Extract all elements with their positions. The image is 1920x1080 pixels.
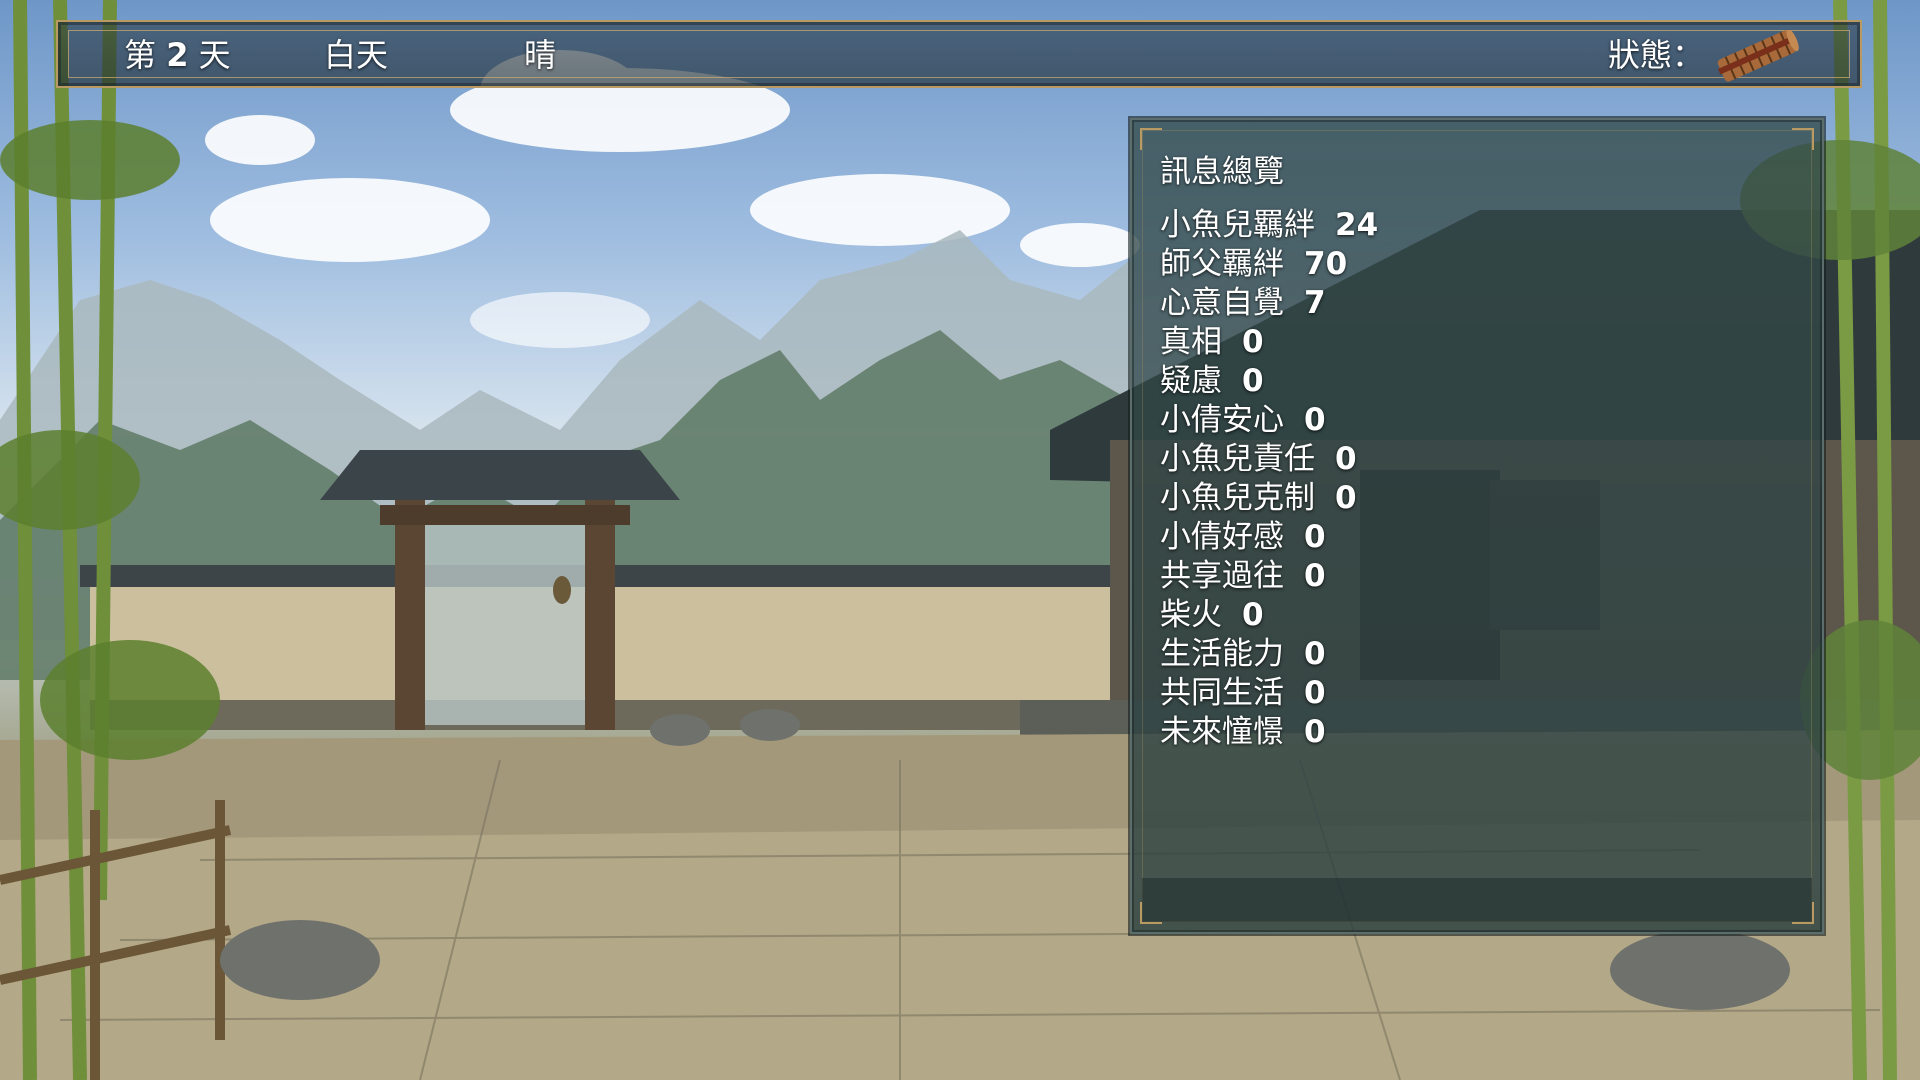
stat-row: 小倩安心 0 bbox=[1160, 401, 1378, 440]
stat-value: 24 bbox=[1335, 207, 1379, 243]
time-of-day: 白天 bbox=[324, 36, 389, 74]
stat-value: 0 bbox=[1242, 324, 1264, 360]
stat-row: 師父羈絆 70 bbox=[1160, 245, 1378, 284]
stat-value: 70 bbox=[1304, 246, 1348, 282]
status-label: 狀態： bbox=[1608, 36, 1705, 74]
stat-label: 小魚兒羈絆 bbox=[1160, 207, 1315, 243]
stat-label: 共享過往 bbox=[1160, 558, 1284, 594]
stat-value: 0 bbox=[1304, 675, 1326, 711]
stat-label: 柴火 bbox=[1160, 597, 1222, 633]
stat-label: 小魚兒克制 bbox=[1160, 480, 1315, 516]
stat-value: 0 bbox=[1304, 714, 1326, 750]
stat-label: 生活能力 bbox=[1160, 636, 1284, 672]
stat-value: 0 bbox=[1304, 402, 1326, 438]
stat-label: 共同生活 bbox=[1160, 675, 1284, 711]
day-counter: 第 2 天 bbox=[124, 32, 231, 78]
frame-corner bbox=[1792, 128, 1814, 150]
stat-label: 心意自覺 bbox=[1160, 285, 1284, 321]
stat-value: 0 bbox=[1335, 480, 1357, 516]
stat-label: 小倩好感 bbox=[1160, 519, 1284, 555]
stat-label: 小倩安心 bbox=[1160, 402, 1284, 438]
weather: 晴 bbox=[524, 36, 557, 74]
stat-row: 疑慮 0 bbox=[1160, 362, 1378, 401]
stat-row: 心意自覺 7 bbox=[1160, 284, 1378, 323]
bamboo-scroll-icon bbox=[1717, 29, 1799, 82]
stat-row: 小魚兒責任 0 bbox=[1160, 440, 1378, 479]
stat-row: 共同生活 0 bbox=[1160, 674, 1378, 713]
stat-value: 7 bbox=[1304, 285, 1326, 321]
stat-row: 未來憧憬 0 bbox=[1160, 713, 1378, 752]
stat-value: 0 bbox=[1304, 636, 1326, 672]
panel-title: 訊息總覽 bbox=[1160, 154, 1284, 190]
stat-label: 真相 bbox=[1160, 324, 1222, 360]
status-button[interactable] bbox=[1712, 29, 1802, 82]
day-prefix: 第 bbox=[124, 36, 157, 74]
stat-list: 小魚兒羈絆 24 師父羈絆 70 心意自覺 7 真相 0 疑慮 0 小倩安心 0 小魚兒責任… bbox=[1160, 206, 1378, 752]
stat-row: 生活能力 0 bbox=[1160, 635, 1378, 674]
stat-value: 0 bbox=[1242, 597, 1264, 633]
stat-row: 小魚兒羈絆 24 bbox=[1160, 206, 1378, 245]
frame-corner bbox=[1140, 128, 1162, 150]
stat-row: 柴火 0 bbox=[1160, 596, 1378, 635]
stat-value: 0 bbox=[1304, 558, 1326, 594]
stat-value: 0 bbox=[1335, 441, 1357, 477]
stat-label: 未來憧憬 bbox=[1160, 714, 1284, 750]
stat-row: 共享過往 0 bbox=[1160, 557, 1378, 596]
info-overview-panel: 訊息總覽 小魚兒羈絆 24 師父羈絆 70 心意自覺 7 真相 0 疑慮 0 小倩安心 0 … bbox=[1130, 118, 1824, 934]
day-number: 2 bbox=[166, 36, 189, 74]
stat-row: 真相 0 bbox=[1160, 323, 1378, 362]
stat-row: 小倩好感 0 bbox=[1160, 518, 1378, 557]
stat-value: 0 bbox=[1242, 363, 1264, 399]
panel-footer-strip bbox=[1142, 878, 1812, 922]
stat-label: 疑慮 bbox=[1160, 363, 1222, 399]
top-status-bar: 第 2 天 白天 晴 狀態： bbox=[56, 20, 1862, 88]
stat-label: 師父羈絆 bbox=[1160, 246, 1284, 282]
day-suffix: 天 bbox=[198, 36, 231, 74]
stat-value: 0 bbox=[1304, 519, 1326, 555]
stat-label: 小魚兒責任 bbox=[1160, 441, 1315, 477]
stat-row: 小魚兒克制 0 bbox=[1160, 479, 1378, 518]
